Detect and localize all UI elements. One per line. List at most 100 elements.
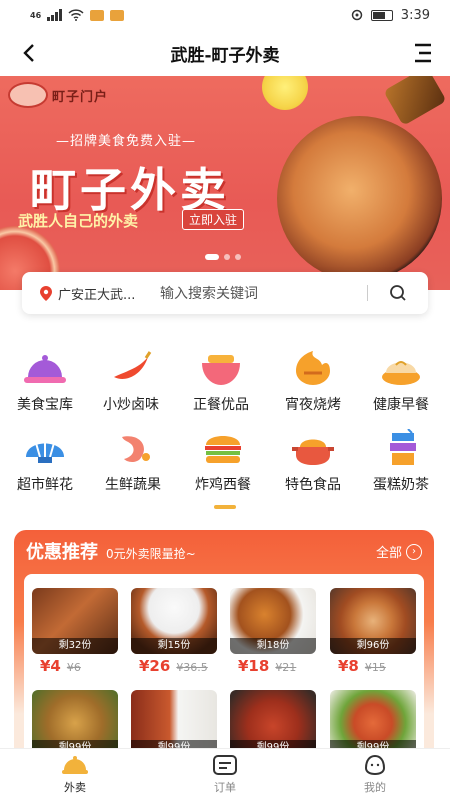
category-label: 超市鲜花 bbox=[17, 477, 73, 493]
search-button[interactable] bbox=[368, 272, 428, 314]
category-page-indicator bbox=[214, 505, 236, 509]
notification-app-icon bbox=[90, 9, 105, 21]
promo-list: 剩32份 ¥4 ¥6 剩15份 ¥26 ¥36.5 剩18份 ¥18 ¥21 剩96份… bbox=[24, 574, 424, 760]
nav-bar: 武胜-町子外卖 bbox=[0, 30, 450, 76]
dish-image: 剩99份 bbox=[32, 690, 118, 756]
category-label: 特色食品 bbox=[285, 477, 341, 493]
banner-tagline: 武胜人自己的外卖 bbox=[18, 212, 139, 230]
tab-profile[interactable]: 我的 bbox=[300, 749, 450, 800]
promo-card[interactable]: 剩32份 ¥4 ¥6 bbox=[32, 588, 118, 675]
promo-card[interactable]: 剩99份 bbox=[330, 690, 416, 756]
category-item[interactable]: 特色食品 bbox=[268, 428, 358, 494]
tab-orders[interactable]: 订单 bbox=[150, 749, 300, 800]
category-label: 生鲜蔬果 bbox=[105, 477, 161, 493]
bowl-icon bbox=[198, 348, 244, 388]
menu-button[interactable] bbox=[412, 40, 434, 66]
tab-bar: 外卖 订单 我的 bbox=[0, 748, 450, 800]
battery-icon bbox=[370, 9, 393, 21]
category-label: 蛋糕奶茶 bbox=[373, 477, 429, 493]
dish-image: 剩99份 bbox=[131, 690, 217, 756]
promo-section: 优惠推荐 0元外卖限量抢~ 全部 › 剩32份 ¥4 ¥6 剩15份 ¥26 ¥36… bbox=[14, 530, 434, 760]
dish-image: 剩15份 bbox=[131, 588, 217, 654]
old-price: ¥15 bbox=[364, 661, 386, 674]
category-item[interactable]: 正餐优品 bbox=[176, 348, 266, 414]
promo-title: 优惠推荐 bbox=[26, 542, 98, 563]
price: ¥26 bbox=[139, 657, 171, 675]
promo-subtitle: 0元外卖限量抢~ bbox=[106, 547, 196, 561]
location-pin-icon bbox=[40, 285, 52, 301]
promo-card[interactable]: 剩96份 ¥8 ¥15 bbox=[330, 588, 416, 675]
promo-card[interactable]: 剩99份 bbox=[32, 690, 118, 756]
promo-banner[interactable]: 町子门户 —招牌美食免费入驻— 町子外卖 武胜人自己的外卖 立即入驻 bbox=[0, 76, 450, 290]
shrimp-icon bbox=[110, 428, 156, 468]
location-status-icon bbox=[351, 9, 363, 21]
back-button[interactable] bbox=[14, 38, 44, 68]
tab-label: 外卖 bbox=[64, 781, 86, 794]
network-type: 46 bbox=[30, 10, 42, 20]
stock-label: 剩18份 bbox=[230, 638, 316, 654]
drink-icon bbox=[378, 428, 424, 468]
cloche-icon bbox=[22, 348, 68, 388]
dish-image: 剩99份 bbox=[230, 690, 316, 756]
wifi-icon bbox=[68, 9, 84, 21]
banner-dot[interactable] bbox=[205, 254, 219, 260]
stock-label: 剩32份 bbox=[32, 638, 118, 654]
cloche-icon bbox=[62, 756, 88, 774]
notification-app-icon bbox=[110, 9, 125, 21]
bbq-icon bbox=[290, 348, 336, 388]
category-item[interactable]: 炸鸡西餐 bbox=[178, 428, 268, 494]
promo-header: 优惠推荐 0元外卖限量抢~ bbox=[26, 538, 196, 564]
location-selector[interactable]: 广安正大武... bbox=[22, 284, 150, 303]
view-all-button[interactable]: 全部 › bbox=[376, 542, 422, 561]
category-item[interactable]: 生鲜蔬果 bbox=[88, 428, 178, 494]
category-item[interactable]: 小炒卤味 bbox=[86, 348, 176, 414]
burger-icon bbox=[200, 428, 246, 468]
promo-card[interactable]: 剩18份 ¥18 ¥21 bbox=[230, 588, 316, 675]
signal-icon bbox=[47, 9, 63, 21]
category-item[interactable]: 超市鲜花 bbox=[0, 428, 90, 494]
category-item[interactable]: 蛋糕奶茶 bbox=[356, 428, 446, 494]
tab-label: 我的 bbox=[364, 781, 386, 794]
promo-card[interactable]: 剩15份 ¥26 ¥36.5 bbox=[131, 588, 217, 675]
old-price: ¥21 bbox=[275, 661, 297, 674]
status-bar: 46 3:39 bbox=[0, 0, 450, 30]
stock-label: 剩96份 bbox=[330, 638, 416, 654]
banner-dot[interactable] bbox=[235, 254, 241, 260]
status-time: 3:39 bbox=[400, 7, 430, 23]
category-label: 正餐优品 bbox=[193, 397, 249, 413]
promo-card[interactable]: 剩99份 bbox=[131, 690, 217, 756]
tab-takeout[interactable]: 外卖 bbox=[0, 749, 150, 800]
search-input[interactable]: 输入搜索关键词 bbox=[150, 283, 367, 303]
banner-pagination bbox=[205, 254, 241, 260]
category-item[interactable]: 健康早餐 bbox=[356, 348, 446, 414]
dumpling-icon bbox=[378, 348, 424, 388]
dish-image: 剩96份 bbox=[330, 588, 416, 654]
logo-text: 町子门户 bbox=[52, 89, 109, 105]
app-root: 46 3:39 武胜-町子外卖 町子门户 —招牌美食免费入驻— 町子外卖 武胜人… bbox=[0, 0, 450, 800]
category-label: 美食宝库 bbox=[17, 397, 73, 413]
dish-image: 剩18份 bbox=[230, 588, 316, 654]
tab-label: 订单 bbox=[214, 781, 236, 794]
logo-seal-icon bbox=[8, 82, 48, 108]
promo-card[interactable]: 剩99份 bbox=[230, 690, 316, 756]
banner-dot[interactable] bbox=[224, 254, 230, 260]
chevron-left-icon bbox=[23, 44, 34, 62]
pot-icon bbox=[290, 428, 336, 468]
brand-logo: 町子门户 bbox=[8, 82, 108, 108]
dish-image: 剩99份 bbox=[330, 690, 416, 756]
category-item[interactable]: 宵夜烧烤 bbox=[268, 348, 358, 414]
join-button[interactable]: 立即入驻 bbox=[182, 209, 245, 230]
category-item[interactable]: 美食宝库 bbox=[0, 348, 90, 414]
price: ¥8 bbox=[338, 657, 359, 675]
old-price: ¥6 bbox=[66, 661, 81, 674]
dish-image: 剩32份 bbox=[32, 588, 118, 654]
category-label: 宵夜烧烤 bbox=[285, 397, 341, 413]
price: ¥4 bbox=[40, 657, 61, 675]
banner-dish-image bbox=[277, 116, 442, 281]
banner-slogan: —招牌美食免费入驻— bbox=[56, 134, 197, 149]
location-text: 广安正大武... bbox=[58, 287, 136, 303]
category-label: 炸鸡西餐 bbox=[195, 477, 251, 493]
shell-icon bbox=[22, 428, 68, 468]
search-icon bbox=[390, 285, 406, 301]
category-label: 健康早餐 bbox=[373, 397, 429, 413]
